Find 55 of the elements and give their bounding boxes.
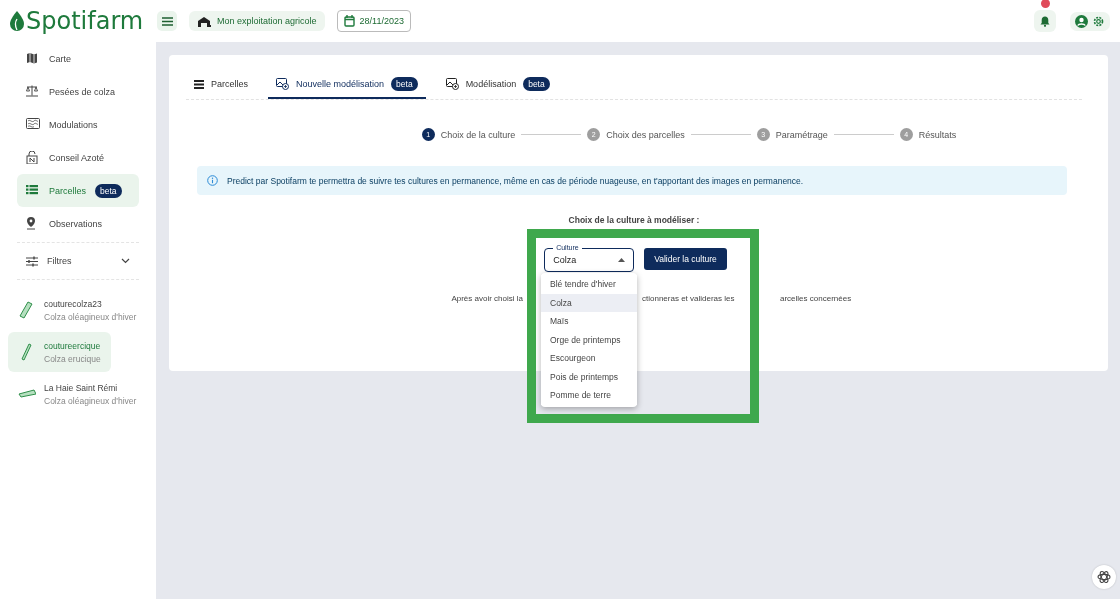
filter-toggle[interactable]: Filtres: [17, 245, 139, 277]
account-button[interactable]: [1075, 14, 1088, 28]
beta-badge: beta: [523, 77, 550, 91]
image-plus-icon: [276, 78, 289, 90]
sidebar-item[interactable]: Carte: [17, 42, 139, 75]
validate-button[interactable]: Valider la culture: [644, 248, 727, 270]
tab[interactable]: Parcelles: [186, 71, 256, 99]
field-item[interactable]: La Haie Saint Rémi Colza oléagineux d'hiver: [8, 374, 147, 414]
wave-grid-icon: [26, 118, 40, 131]
settings-button[interactable]: [1092, 14, 1105, 28]
leaf-icon: [10, 11, 24, 31]
prompt-text: Choix de la culture à modéliser :: [567, 215, 701, 225]
dropdown-option[interactable]: Escourgeon: [541, 349, 637, 368]
date-picker[interactable]: 28/11/2023: [336, 10, 411, 32]
barn-icon: [197, 15, 211, 27]
dropdown-option[interactable]: Pomme de terre: [541, 386, 637, 405]
sidebar-item[interactable]: Observations: [17, 207, 139, 240]
dropdown-option[interactable]: Blé tendre d'hiver: [541, 275, 637, 294]
beta-badge: beta: [391, 77, 418, 91]
scale-icon: [26, 85, 40, 98]
field-item[interactable]: coutureercique Colza erucique: [8, 332, 111, 372]
info-text: Predict par Spotifarm te permettra de suivre tes cultures en permanence, même en cas de période nuageuse, en t'apportant des images en permanence.: [227, 175, 804, 186]
info-icon: [207, 175, 218, 186]
tab[interactable]: Modélisation beta: [437, 71, 558, 99]
step-label: Résultats: [918, 129, 957, 140]
tab[interactable]: Nouvelle modélisation beta: [268, 71, 426, 99]
hint-text: Après avoir choisi la: [450, 294, 523, 303]
field-item[interactable]: couturecolza23 Colza oléagineux d'hiver: [8, 290, 147, 330]
image-plus-icon: [445, 78, 459, 90]
hint-text: arcelles concernées: [780, 294, 852, 303]
user-icon: [1075, 14, 1088, 28]
map-icon: [26, 52, 40, 65]
step-label: Choix de la culture: [440, 129, 516, 140]
dropdown-option[interactable]: Maïs: [541, 312, 637, 331]
sidebar-item[interactable]: Modulations: [17, 108, 139, 141]
logo-text: Spotifarm: [26, 7, 144, 35]
list-icon: [194, 79, 204, 89]
menu-icon: [161, 16, 173, 26]
sidebar-item[interactable]: Pesées de colza: [17, 75, 139, 108]
bell-icon: [1040, 15, 1050, 27]
list-icon: [26, 184, 40, 197]
knot-icon: [1097, 570, 1111, 584]
beta-badge: beta: [95, 183, 122, 198]
farm-selector[interactable]: Mon exploitation agricole: [189, 11, 325, 31]
calendar-icon: [343, 15, 355, 27]
step-label: Choix des parcelles: [606, 129, 685, 140]
menu-button[interactable]: [157, 11, 177, 31]
sidebar-item[interactable]: Conseil Azoté: [17, 141, 139, 174]
step-label: Paramétrage: [775, 129, 828, 140]
sliders-icon: [26, 255, 38, 267]
settings-icon: [1092, 14, 1105, 28]
padlock-n-icon: [26, 151, 40, 164]
assistant-button[interactable]: [1092, 565, 1116, 589]
sidebar-item[interactable]: Parcelles beta: [17, 174, 139, 207]
hint-text: ctionneras et valideras les: [642, 294, 735, 303]
